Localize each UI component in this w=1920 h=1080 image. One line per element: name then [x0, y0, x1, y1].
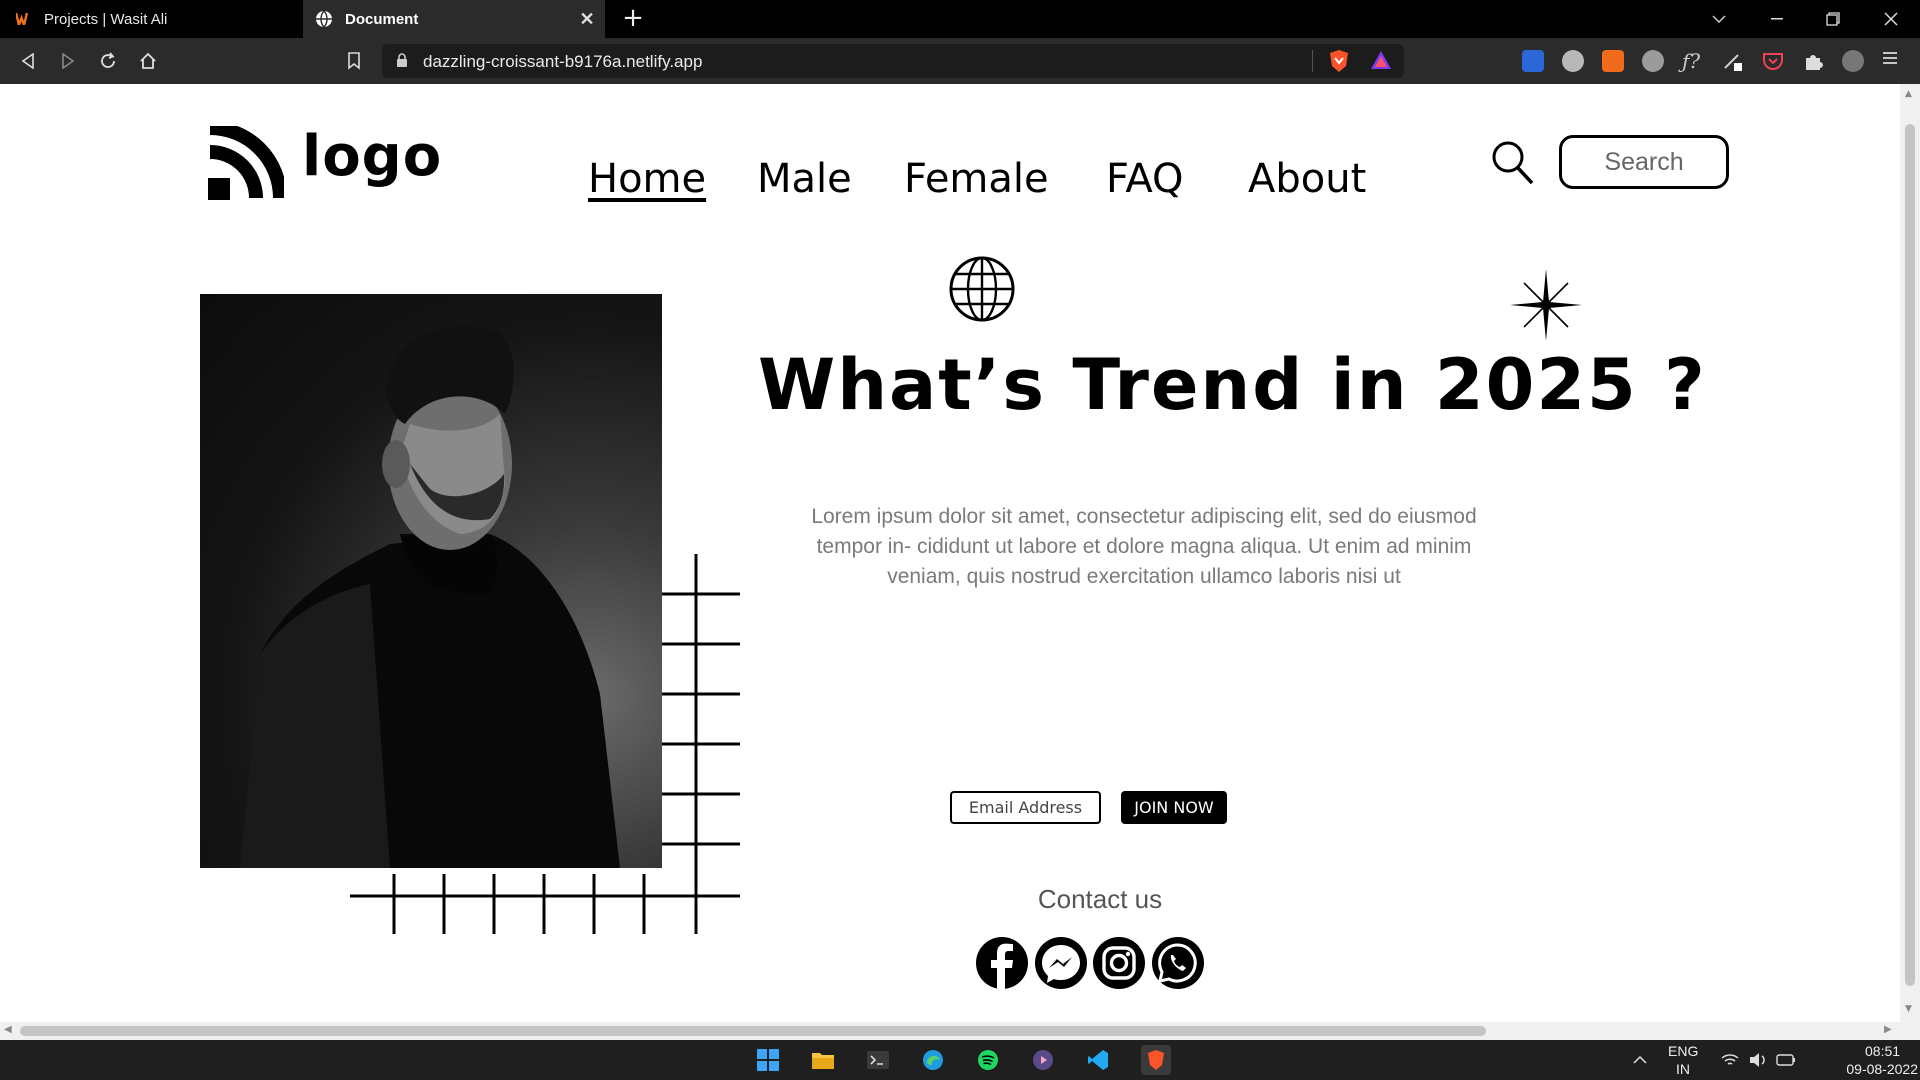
divider	[1312, 50, 1313, 72]
back-icon[interactable]	[14, 47, 42, 75]
tab-title: Projects | Wasit Ali	[44, 10, 168, 28]
horizontal-scrollbar[interactable]: ◀ ▶	[0, 1022, 1920, 1040]
file-explorer-icon[interactable]	[811, 1048, 835, 1072]
tab-title: Document	[345, 10, 419, 28]
new-tab-button[interactable]: +	[619, 5, 647, 33]
region-indicator[interactable]: IN	[1676, 1061, 1690, 1077]
tab-projects[interactable]: Projects | Wasit Ali	[0, 0, 302, 38]
volume-icon[interactable]	[1746, 1048, 1770, 1072]
horizontal-scroll-thumb[interactable]	[20, 1026, 1486, 1036]
w-logo-icon	[14, 10, 32, 28]
windows-taskbar: ENG IN 08:51 09-08-2022	[0, 1040, 1920, 1080]
address-bar[interactable]: dazzling-croissant-b9176a.netlify.app	[382, 44, 1404, 78]
scroll-up-arrow-icon[interactable]: ▲	[1905, 89, 1912, 99]
extension-shield-icon[interactable]	[1522, 50, 1544, 72]
clock-date[interactable]: 09-08-2022	[1818, 1061, 1918, 1080]
brave-rewards-icon[interactable]	[1370, 50, 1392, 74]
brave-shield-icon[interactable]	[1328, 49, 1350, 77]
browser-toolbar: dazzling-croissant-b9176a.netlify.app ƒ?	[0, 38, 1920, 84]
vertical-scrollbar[interactable]: ▲ ▼	[1900, 84, 1920, 1022]
restore-icon[interactable]	[1810, 0, 1856, 38]
extension-translate-icon[interactable]	[1602, 50, 1624, 72]
spotify-icon[interactable]	[976, 1048, 1000, 1072]
nav-male[interactable]: Male	[757, 156, 852, 202]
brave-taskbar-icon[interactable]	[1141, 1045, 1171, 1075]
browser-window: Projects | Wasit Ali Document ✕ + dazzli…	[0, 0, 1920, 1040]
facebook-icon[interactable]	[975, 936, 1029, 990]
extension-function-icon[interactable]: ƒ?	[1682, 50, 1704, 72]
menu-icon[interactable]	[1882, 50, 1904, 72]
nav-faq[interactable]: FAQ	[1106, 156, 1183, 202]
media-player-icon[interactable]	[1031, 1048, 1055, 1072]
edge-browser-icon[interactable]	[921, 1048, 945, 1072]
hero-headline: What’s Trend in 2025 ?	[758, 344, 1707, 426]
tab-document[interactable]: Document ✕	[303, 0, 605, 38]
scroll-right-arrow-icon[interactable]: ▶	[1884, 1024, 1892, 1035]
whatsapp-icon[interactable]	[1151, 936, 1205, 990]
bookmark-icon[interactable]	[340, 47, 368, 75]
forward-icon[interactable]	[54, 47, 82, 75]
windows-start-icon[interactable]	[756, 1048, 780, 1072]
extension-globe-icon[interactable]	[1642, 50, 1664, 72]
lock-icon	[396, 53, 408, 72]
extension-owl-icon[interactable]	[1562, 50, 1584, 72]
instagram-icon[interactable]	[1092, 936, 1146, 990]
url-text: dazzling-croissant-b9176a.netlify.app	[423, 52, 703, 71]
profile-avatar-icon[interactable]	[1842, 50, 1864, 72]
tab-list-chevron-icon[interactable]	[1696, 0, 1742, 38]
battery-icon[interactable]	[1774, 1048, 1798, 1072]
nav-about[interactable]: About	[1248, 156, 1366, 202]
extension-pen-icon[interactable]	[1722, 50, 1744, 72]
nav-home[interactable]: Home	[588, 156, 706, 202]
logo-mark-icon[interactable]	[208, 121, 287, 204]
globe-icon	[315, 10, 333, 28]
reload-icon[interactable]	[94, 47, 122, 75]
sparkle-star-icon	[1510, 269, 1582, 345]
language-indicator[interactable]: ENG	[1668, 1043, 1698, 1059]
clock-time[interactable]: 08:51	[1865, 1043, 1900, 1059]
pocket-icon[interactable]	[1762, 50, 1784, 72]
terminal-icon[interactable]	[866, 1048, 890, 1072]
tab-strip: Projects | Wasit Ali Document ✕ +	[0, 0, 1920, 38]
search-input[interactable]: Search	[1559, 135, 1729, 189]
close-tab-icon[interactable]: ✕	[577, 9, 597, 29]
home-icon[interactable]	[134, 47, 162, 75]
messenger-icon[interactable]	[1034, 936, 1088, 990]
hero-description: Lorem ipsum dolor sit amet, consectetur …	[811, 505, 1477, 588]
scroll-left-arrow-icon[interactable]: ◀	[4, 1024, 12, 1035]
vscode-icon[interactable]	[1086, 1048, 1110, 1072]
search-icon[interactable]	[1491, 140, 1535, 190]
wifi-icon[interactable]	[1718, 1048, 1742, 1072]
close-window-icon[interactable]	[1868, 0, 1914, 38]
scroll-down-arrow-icon[interactable]: ▼	[1905, 1004, 1912, 1014]
logo-text[interactable]: logo	[302, 124, 442, 189]
puzzle-extensions-icon[interactable]	[1802, 50, 1824, 72]
email-input[interactable]: Email Address	[950, 791, 1101, 824]
nav-female[interactable]: Female	[904, 156, 1049, 202]
web-page: logo Home Male Female FAQ About Search W…	[0, 84, 1900, 1022]
minimize-icon[interactable]	[1754, 0, 1800, 38]
join-now-button[interactable]: JOIN NOW	[1121, 791, 1227, 824]
tray-chevron-icon[interactable]	[1628, 1048, 1652, 1072]
model-portrait-image	[200, 294, 662, 868]
globe-icon	[948, 255, 1016, 327]
vertical-scroll-thumb[interactable]	[1905, 124, 1915, 986]
contact-heading: Contact us	[1037, 884, 1163, 914]
